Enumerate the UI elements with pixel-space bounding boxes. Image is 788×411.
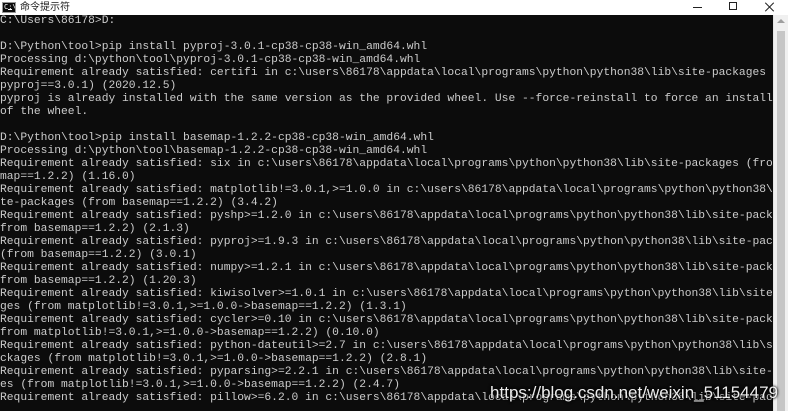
console-line: Requirement already satisfied: certifi i… (0, 67, 773, 79)
console-line: ges (from matplotlib!=3.0.1,>=1.0.0->bas… (0, 301, 407, 313)
console-output[interactable]: C:\Users\86178>D: D:\Python\tool>pip inst… (0, 15, 773, 411)
console-line: ckages (from matplotlib!=3.0.1,>=1.0.0->… (0, 353, 428, 365)
window-controls (680, 0, 788, 15)
console-line: of the wheel. (0, 106, 89, 118)
console-line: pyproj==3.0.1) (2020.12.5) (0, 80, 177, 92)
console-line: Requirement already satisfied: six in c:… (0, 158, 773, 170)
command-prompt-window: C:\ 命令提示符 C:\Users\86178>D: D:\Python\too… (0, 0, 788, 411)
title-bar[interactable]: C:\ 命令提示符 (0, 0, 788, 15)
console-line: Requirement already satisfied: numpy>=1.… (0, 262, 773, 274)
console-line: pyproj is already installed with the sam… (0, 93, 773, 105)
console-line: Requirement already satisfied: pyproj>=1… (0, 236, 773, 248)
console-line: D:\Python\tool>pip install basemap-1.2.2… (0, 132, 434, 144)
console-line: from basemap==1.2.2) (1.20.3) (0, 275, 197, 287)
console-line: (from basemap==1.2.2) (3.0.1) (0, 249, 197, 261)
watermark-text: https://blog.csdn.net/weixin_51154479 (490, 383, 778, 402)
maximize-icon (729, 2, 737, 10)
cmd-app-icon[interactable]: C:\ (2, 2, 16, 13)
scrollbar-thumb[interactable] (777, 31, 785, 411)
console-line: C:\Users\86178>D: (0, 15, 116, 27)
window-title: 命令提示符 (20, 2, 70, 13)
console-line: from basemap==1.2.2) (2.1.3) (0, 223, 190, 235)
console-line: map==1.2.2) (1.16.0) (0, 171, 136, 183)
console-line: te-packages (from basemap==1.2.2) (3.4.2… (0, 197, 278, 209)
console-line: Requirement already satisfied: python-da… (0, 340, 773, 352)
close-icon (764, 1, 776, 13)
vertical-scrollbar[interactable] (773, 15, 788, 411)
console-line: from matplotlib!=3.0.1,>=1.0.0->basemap=… (0, 327, 380, 339)
minimize-icon (693, 7, 702, 8)
console-line: Requirement already satisfied: kiwisolve… (0, 288, 773, 300)
console-line: Requirement already satisfied: matplotli… (0, 184, 773, 196)
maximize-button[interactable] (716, 0, 752, 15)
console-line: Requirement already satisfied: pyshp>=1.… (0, 210, 773, 222)
console-line: Processing d:\python\tool\basemap-1.2.2-… (0, 145, 428, 157)
minimize-button[interactable] (680, 0, 716, 15)
console-line: Requirement already satisfied: cycler>=0… (0, 314, 773, 326)
close-button[interactable] (752, 0, 788, 15)
console-line: Processing d:\python\tool\pyproj-3.0.1-c… (0, 54, 421, 66)
console-line: Requirement already satisfied: pyparsing… (0, 366, 773, 378)
scroll-up-arrow-icon[interactable] (777, 19, 785, 23)
console-line: D:\Python\tool>pip install pyproj-3.0.1-… (0, 41, 428, 53)
